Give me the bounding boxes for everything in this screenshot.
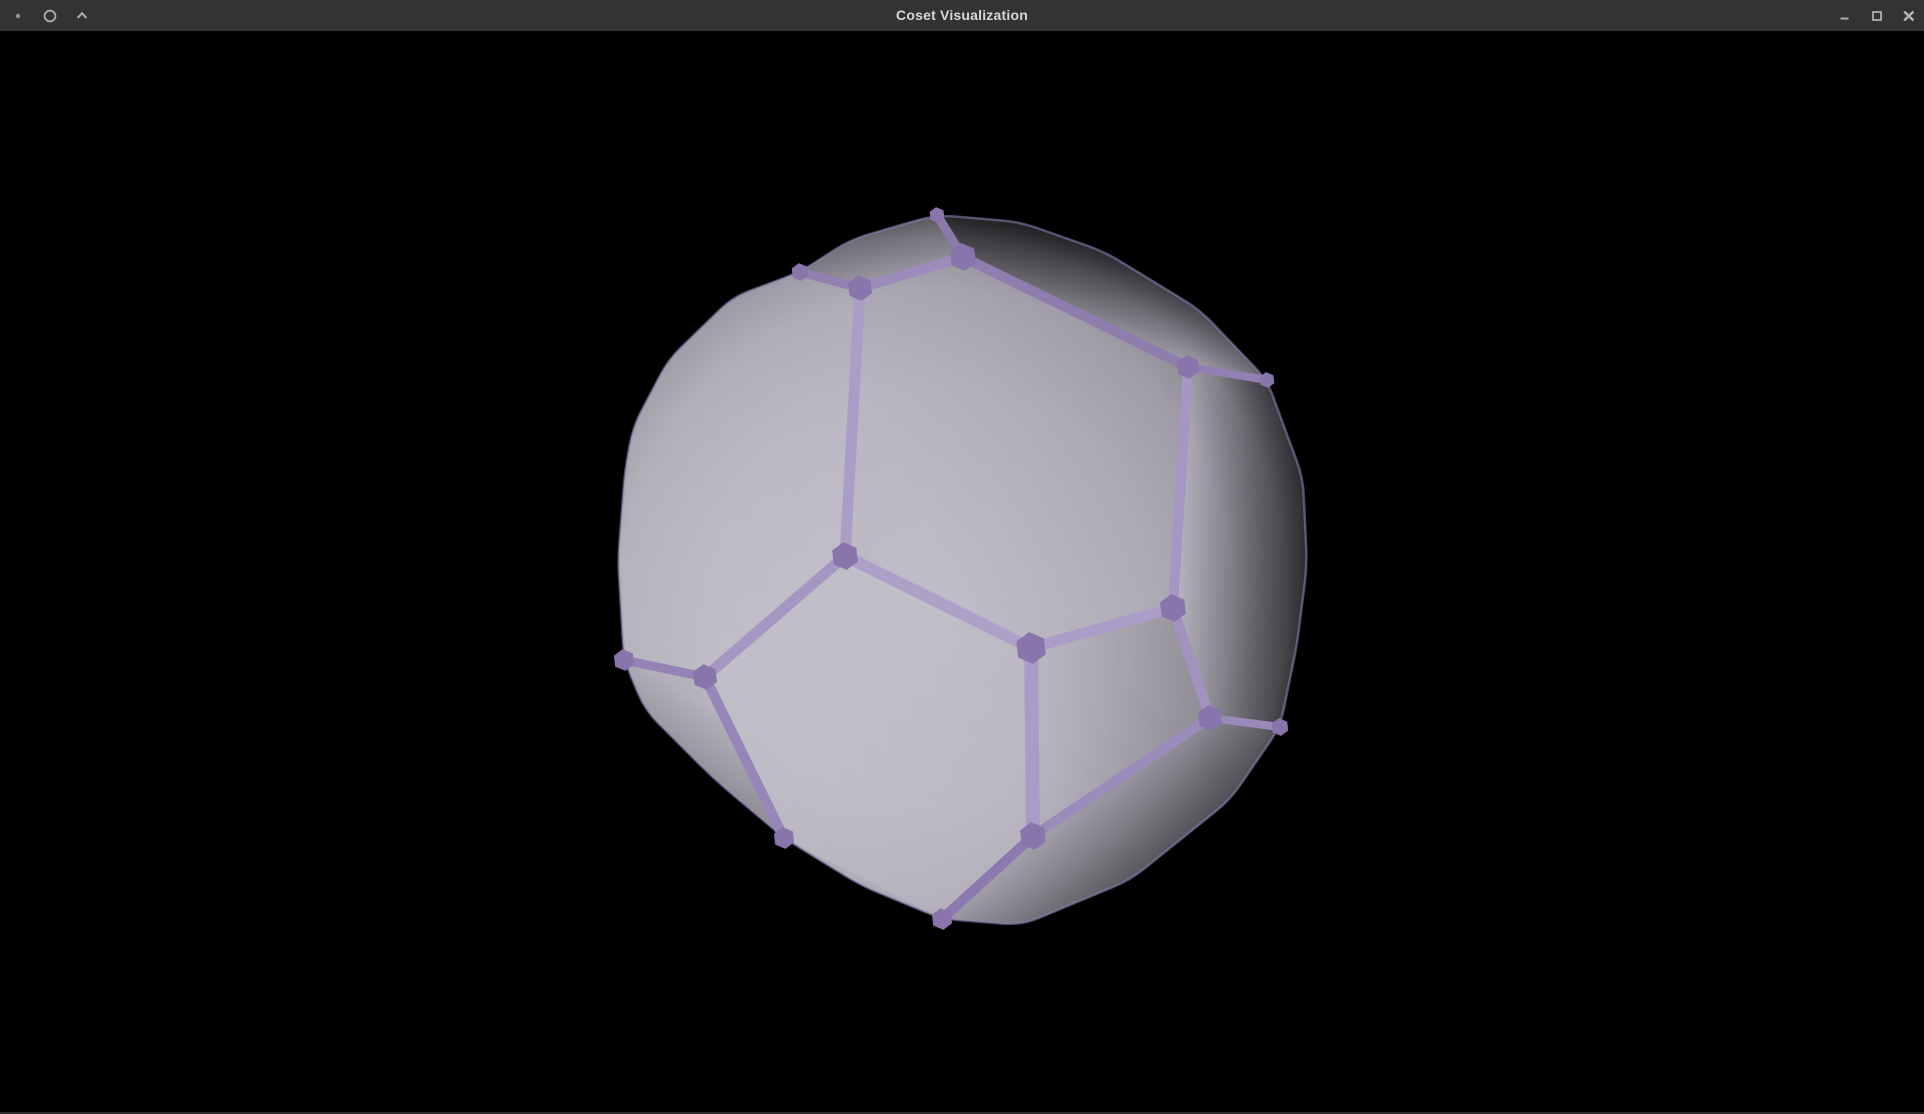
- polyhedron-edge: [1031, 648, 1033, 836]
- app-window: Coset Visualization: [0, 0, 1924, 1114]
- close-icon[interactable]: [1900, 7, 1917, 24]
- minimize-icon[interactable]: [1836, 7, 1853, 24]
- window-title: Coset Visualization: [896, 0, 1028, 31]
- titlebar-left-controls: [9, 0, 90, 31]
- chevron-up-icon[interactable]: [73, 7, 90, 24]
- circle-icon[interactable]: [41, 7, 58, 24]
- titlebar-right-controls: [1836, 0, 1917, 31]
- maximize-icon[interactable]: [1868, 7, 1885, 24]
- visualization-canvas[interactable]: [0, 0, 1924, 1114]
- titlebar: Coset Visualization: [0, 0, 1924, 31]
- dot-icon[interactable]: [9, 7, 26, 24]
